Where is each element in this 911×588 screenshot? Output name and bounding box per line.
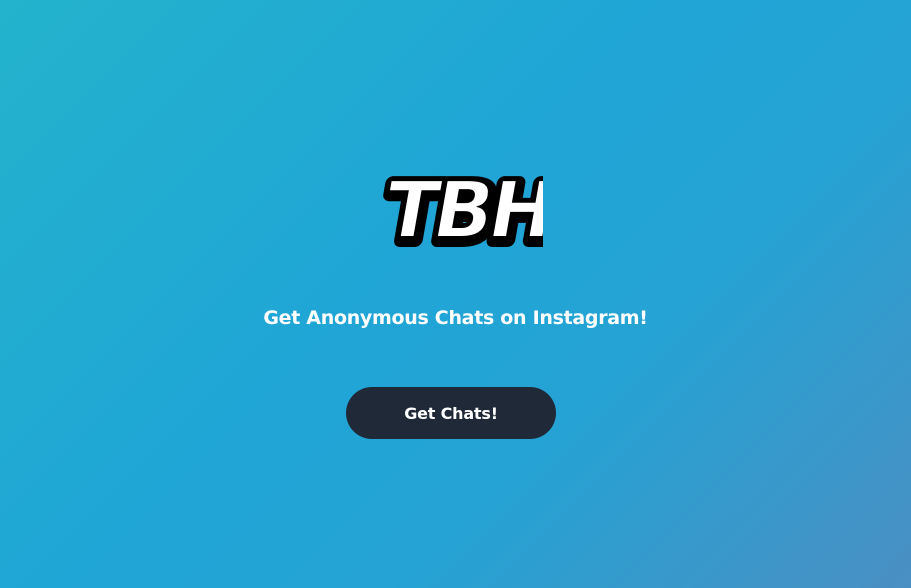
tagline: Get Anonymous Chats on Instagram!: [263, 307, 648, 329]
landing-page: TBH TBH Get Anonymous Chats on Instagram…: [0, 0, 911, 588]
tbh-logo: TBH TBH: [381, 154, 543, 252]
get-chats-button[interactable]: Get Chats!: [346, 387, 556, 439]
get-chats-button-label: Get Chats!: [404, 403, 498, 423]
logo-text: TBH: [381, 165, 543, 252]
